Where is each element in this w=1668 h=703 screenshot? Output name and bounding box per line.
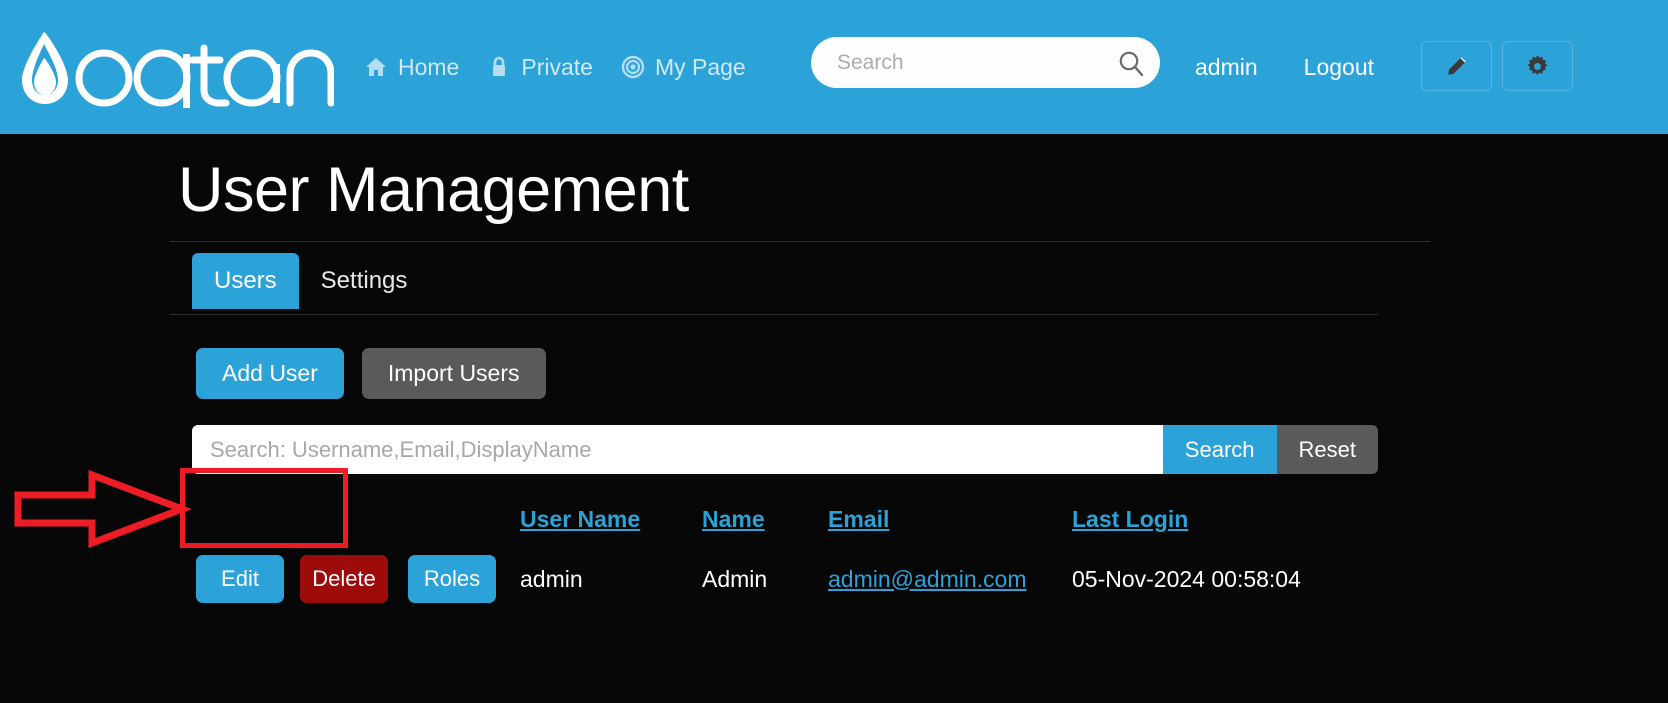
site-header: Home Private My Page Search admin Logout	[0, 0, 1668, 134]
gear-icon	[1524, 53, 1551, 80]
roles-button[interactable]: Roles	[408, 555, 496, 603]
settings-button[interactable]	[1502, 41, 1573, 91]
col-header-delete	[300, 506, 408, 545]
cell-name: Admin	[702, 565, 768, 592]
table-header-row: User Name Name Email Last Login	[196, 506, 1396, 545]
cell-delete: Delete	[300, 545, 408, 613]
tab-users[interactable]: Users	[192, 253, 299, 309]
col-header-roles	[408, 506, 520, 545]
nav-item-private[interactable]: Private	[487, 54, 593, 81]
pencil-icon	[1444, 53, 1470, 79]
sort-email-link[interactable]: Email	[828, 506, 889, 532]
logout-link[interactable]: Logout	[1304, 54, 1374, 81]
module-tabs: Users Settings	[192, 253, 429, 309]
col-header-last-login: Last Login	[1072, 506, 1396, 545]
sort-username-link[interactable]: User Name	[520, 506, 640, 532]
action-buttons: Add User Import Users	[196, 348, 546, 399]
sort-last-login-link[interactable]: Last Login	[1072, 506, 1188, 532]
nav-item-private-label: Private	[521, 53, 593, 80]
user-name-link[interactable]: admin	[1195, 54, 1258, 81]
filter-search-button[interactable]: Search	[1162, 425, 1277, 474]
search-icon[interactable]	[1116, 48, 1146, 78]
tabs-divider	[170, 314, 1378, 315]
users-table: User Name Name Email Last Login Edit Del…	[196, 506, 1396, 613]
delete-user-button[interactable]: Delete	[300, 555, 388, 603]
cell-last-login: 05-Nov-2024 00:58:04	[1072, 565, 1301, 592]
lock-icon	[487, 55, 511, 79]
header-icon-buttons	[1421, 41, 1573, 91]
app-page: Home Private My Page Search admin Logout…	[0, 0, 1668, 703]
nav-item-home-label: Home	[398, 53, 460, 80]
users-table-body: Edit Delete Roles admin Admin admin@admi…	[196, 545, 1396, 613]
col-header-edit	[196, 506, 300, 545]
home-icon	[364, 55, 388, 79]
email-link[interactable]: admin@admin.com	[828, 566, 1026, 592]
right-arrow-annotation	[14, 469, 192, 549]
title-divider	[170, 241, 1430, 242]
header-search[interactable]	[811, 37, 1160, 88]
oqtane-logo[interactable]	[14, 0, 334, 134]
cell-edit: Edit	[196, 545, 300, 613]
col-header-email: Email	[828, 506, 1072, 545]
main-nav: Home Private My Page	[364, 54, 746, 81]
col-header-username: User Name	[520, 506, 702, 545]
col-header-name: Name	[702, 506, 828, 545]
cell-email: admin@admin.com	[828, 545, 1072, 613]
nav-item-my-page[interactable]: My Page	[621, 54, 746, 81]
filter-reset-button[interactable]: Reset	[1276, 425, 1378, 474]
cell-roles: Roles	[408, 545, 520, 613]
page-title: User Management	[178, 155, 689, 225]
nav-item-home[interactable]: Home	[364, 54, 459, 81]
header-user-links: admin Logout	[1195, 0, 1374, 134]
cell-username: admin	[520, 565, 583, 592]
target-icon	[621, 55, 645, 79]
add-user-button[interactable]: Add User	[196, 348, 344, 399]
edit-mode-button[interactable]	[1421, 41, 1492, 91]
table-row: Edit Delete Roles admin Admin admin@admi…	[196, 545, 1396, 613]
user-filter-row: Search Reset	[192, 425, 1378, 474]
page-content: User Management Users Settings Add User …	[0, 134, 1668, 703]
edit-user-button[interactable]: Edit	[196, 555, 284, 603]
users-table-head: User Name Name Email Last Login	[196, 506, 1396, 545]
user-filter-input[interactable]	[192, 425, 1163, 474]
nav-item-my-page-label: My Page	[654, 53, 746, 80]
import-users-button[interactable]: Import Users	[361, 348, 546, 399]
tab-settings[interactable]: Settings	[299, 253, 430, 309]
search-input[interactable]	[835, 37, 1116, 88]
sort-name-link[interactable]: Name	[702, 506, 765, 532]
